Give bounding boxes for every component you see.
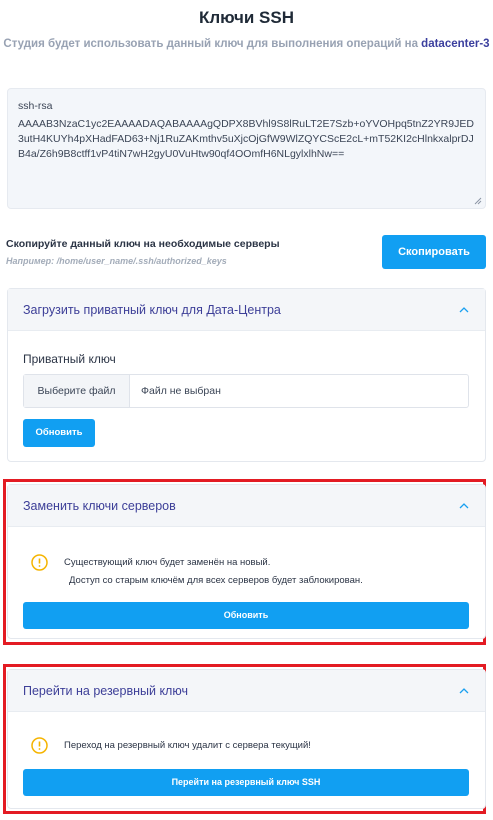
backup-panel-header[interactable]: Перейти на резервный ключ xyxy=(8,670,485,712)
chevron-up-icon[interactable] xyxy=(459,687,469,694)
replace-keys-panel: Заменить ключи серверов Существующий клю… xyxy=(7,484,486,639)
backup-panel-title: Перейти на резервный ключ xyxy=(23,684,188,698)
copy-button[interactable]: Скопировать xyxy=(382,235,486,269)
subtitle-text: Студия будет использовать данный ключ дл… xyxy=(3,38,418,50)
replace-panel-title: Заменить ключи серверов xyxy=(23,499,176,513)
resize-grip-icon[interactable] xyxy=(474,197,482,205)
upload-submit-button[interactable]: Обновить xyxy=(23,419,95,447)
replace-panel-header[interactable]: Заменить ключи серверов xyxy=(8,485,485,527)
replace-update-button[interactable]: Обновить xyxy=(23,602,469,629)
upload-panel-title: Загрузить приватный ключ для Дата-Центра xyxy=(23,303,281,317)
backup-key-button[interactable]: Перейти на резервный ключ SSH xyxy=(23,769,469,796)
replace-warning-line1: Существующий ключ будет заменён на новый… xyxy=(64,557,271,568)
upload-key-panel: Загрузить приватный ключ для Дата-Центра… xyxy=(7,288,486,462)
upload-panel-header[interactable]: Загрузить приватный ключ для Дата-Центра xyxy=(8,289,485,331)
chevron-up-icon[interactable] xyxy=(459,502,469,509)
replace-warning-line2: Доступ со старым ключём для всех серверо… xyxy=(69,575,363,586)
backup-key-panel: Перейти на резервный ключ Переход на рез… xyxy=(7,669,486,809)
page-subtitle: Студия будет использовать данный ключ дл… xyxy=(0,38,493,50)
choose-file-button[interactable]: Выберите файл xyxy=(24,375,130,407)
warning-circle-icon xyxy=(31,554,48,571)
private-key-label: Приватный ключ xyxy=(23,352,116,366)
copy-instruction: Скопируйте данный ключ на необходимые се… xyxy=(6,238,280,250)
file-input[interactable]: Выберите файл Файл не выбран xyxy=(23,374,469,408)
copy-hint: Например: /home/user_name/.ssh/authorize… xyxy=(6,256,227,266)
warning-circle-icon xyxy=(31,737,48,754)
page-title: Ключи SSH xyxy=(198,8,295,27)
ssh-key-textarea[interactable]: ssh-rsa AAAAB3NzaC1yc2EAAAADAQABAAAAgQDP… xyxy=(7,88,486,209)
datacenter-name: datacenter-3 xyxy=(421,38,490,50)
chevron-up-icon[interactable] xyxy=(459,306,469,313)
ssh-key-value: AAAAB3NzaC1yc2EAAAADAQABAAAAgQDPX8BVhl9S… xyxy=(18,118,474,160)
ssh-key-type: ssh-rsa xyxy=(18,100,53,112)
file-name-text: Файл не выбран xyxy=(141,385,221,397)
backup-warning-text: Переход на резервный ключ удалит с серве… xyxy=(64,740,311,751)
